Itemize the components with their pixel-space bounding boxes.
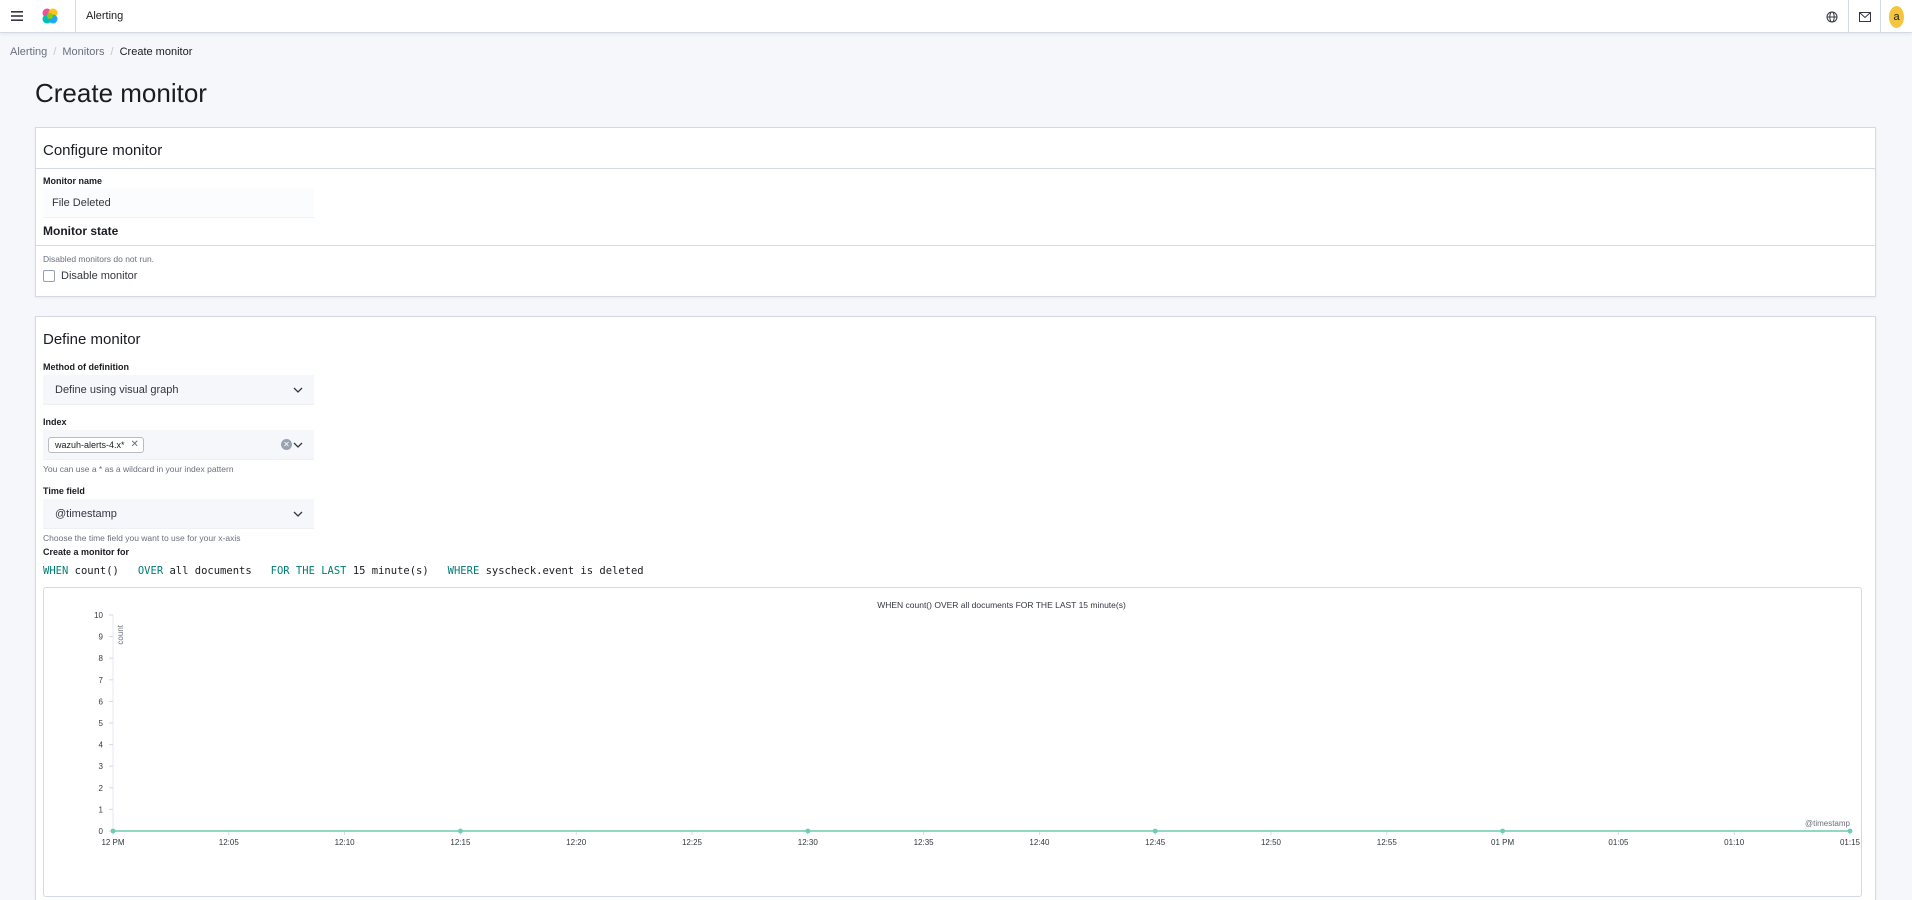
- chevron-down-icon[interactable]: [292, 439, 304, 451]
- data-point: [1152, 828, 1158, 834]
- breadcrumb-alerting[interactable]: Alerting: [10, 46, 47, 58]
- y-tick-label: 0: [99, 827, 104, 836]
- x-tick-label: 12:50: [1261, 838, 1282, 847]
- chart-title: WHEN count() OVER all documents FOR THE …: [877, 600, 1126, 610]
- x-tick-label: 12:05: [219, 838, 240, 847]
- y-tick-label: 4: [99, 741, 104, 750]
- page-title: Create monitor: [35, 78, 207, 108]
- newsfeed-button[interactable]: [1848, 0, 1880, 33]
- clear-icon[interactable]: ✕: [281, 439, 292, 450]
- x-tick-label: 01 PM: [1491, 838, 1514, 847]
- globe-icon: [1826, 11, 1838, 22]
- monitor-name-input[interactable]: File Deleted: [43, 188, 314, 218]
- method-label: Method of definition: [43, 362, 129, 372]
- avatar: a: [1889, 5, 1904, 28]
- data-point: [805, 828, 811, 834]
- data-point: [110, 828, 116, 834]
- x-axis-label: @timestamp: [1805, 819, 1851, 828]
- expr-where-value[interactable]: syscheck.event is deleted: [486, 565, 644, 577]
- monitor-expression: WHEN count() OVER all documents FOR THE …: [43, 565, 644, 577]
- index-label: Index: [43, 417, 67, 427]
- time-field-value: @timestamp: [55, 507, 117, 520]
- monitor-state-title: Monitor state: [43, 224, 119, 238]
- index-combobox[interactable]: wazuh-alerts-4.x* ✕ ✕: [43, 430, 314, 460]
- expr-when-button[interactable]: WHEN: [43, 565, 68, 577]
- expr-for-button[interactable]: FOR THE LAST: [271, 565, 347, 577]
- y-tick-label: 7: [99, 676, 104, 685]
- hamburger-icon: [10, 11, 23, 21]
- method-value: Define using visual graph: [55, 383, 179, 396]
- x-tick-label: 01:15: [1840, 838, 1861, 847]
- expr-for-value[interactable]: 15 minute(s): [353, 565, 429, 577]
- chevron-down-icon: [293, 387, 303, 393]
- top-right-actions: a: [1816, 0, 1912, 33]
- disable-monitor-label[interactable]: Disable monitor: [61, 270, 137, 282]
- index-chip[interactable]: wazuh-alerts-4.x* ✕: [48, 436, 144, 453]
- time-field-label: Time field: [43, 486, 85, 496]
- data-point: [1500, 828, 1505, 834]
- y-tick-label: 3: [99, 762, 104, 771]
- expr-over-value[interactable]: all documents: [169, 565, 251, 577]
- expr-when-value[interactable]: count(): [75, 565, 119, 577]
- x-tick-label: 01:10: [1724, 838, 1745, 847]
- x-tick-label: 12 PM: [101, 838, 124, 847]
- x-tick-label: 12:30: [798, 838, 819, 847]
- menu-button[interactable]: [0, 0, 33, 33]
- app-title: Alerting: [75, 0, 123, 33]
- time-field-help: Choose the time field you want to use fo…: [43, 533, 241, 543]
- divider: [36, 168, 1875, 169]
- expr-over-button[interactable]: OVER: [138, 565, 163, 577]
- breadcrumb-monitors[interactable]: Monitors: [62, 46, 104, 58]
- x-tick-label: 12:45: [1145, 838, 1166, 847]
- breadcrumb-separator: /: [53, 46, 57, 58]
- disable-monitor-row[interactable]: Disable monitor: [43, 270, 137, 282]
- disable-monitor-checkbox[interactable]: [43, 270, 55, 282]
- breadcrumb: Alerting / Monitors / Create monitor: [10, 46, 192, 58]
- y-tick-label: 9: [99, 633, 104, 642]
- data-point: [458, 828, 463, 834]
- index-chip-label: wazuh-alerts-4.x*: [55, 439, 125, 450]
- x-tick-label: 12:55: [1377, 838, 1398, 847]
- x-tick-label: 12:35: [914, 838, 935, 847]
- y-axis-label: count: [116, 624, 125, 644]
- define-monitor-title: Define monitor: [43, 331, 141, 348]
- help-button[interactable]: [1816, 0, 1848, 33]
- x-tick-label: 01:05: [1608, 838, 1629, 847]
- time-field-select[interactable]: @timestamp: [43, 499, 314, 529]
- breadcrumb-separator: /: [110, 46, 114, 58]
- configure-monitor-title: Configure monitor: [43, 142, 163, 159]
- app-logo[interactable]: [33, 0, 67, 33]
- monitor-name-value: File Deleted: [52, 196, 111, 209]
- remove-chip-icon[interactable]: ✕: [131, 439, 139, 450]
- x-tick-label: 12:40: [1029, 838, 1050, 847]
- divider: [36, 245, 1875, 246]
- x-tick-label: 12:15: [450, 838, 471, 847]
- user-menu-button[interactable]: a: [1880, 0, 1912, 33]
- index-help: You can use a * as a wildcard in your in…: [43, 464, 234, 474]
- monitor-name-label: Monitor name: [43, 176, 103, 186]
- mail-icon: [1858, 11, 1871, 22]
- y-tick-label: 6: [99, 697, 104, 706]
- data-point: [1847, 828, 1853, 834]
- create-for-label: Create a monitor for: [43, 547, 130, 557]
- chevron-down-icon: [293, 511, 303, 517]
- y-tick-label: 10: [94, 611, 103, 620]
- x-tick-label: 12:20: [566, 838, 587, 847]
- monitor-state-help: Disabled monitors do not run.: [43, 254, 155, 264]
- method-select[interactable]: Define using visual graph: [43, 375, 314, 405]
- line-chart: WHEN count() OVER all documents FOR THE …: [94, 600, 1861, 847]
- x-tick-label: 12:10: [335, 838, 356, 847]
- x-tick-label: 12:25: [682, 838, 703, 847]
- top-nav-bar: Alerting a: [0, 0, 1912, 33]
- y-tick-label: 1: [99, 805, 104, 814]
- expr-where-button[interactable]: WHERE: [448, 565, 480, 577]
- y-tick-label: 8: [99, 654, 104, 663]
- logo-icon: [42, 8, 58, 24]
- y-tick-label: 5: [99, 719, 104, 728]
- define-monitor-panel: Define monitor Method of definition Defi…: [35, 316, 1876, 900]
- y-tick-label: 2: [99, 784, 104, 793]
- configure-monitor-panel: Configure monitor Monitor name File Dele…: [35, 127, 1876, 297]
- breadcrumb-create-monitor: Create monitor: [119, 46, 193, 58]
- visual-graph: WHEN count() OVER all documents FOR THE …: [43, 587, 1862, 897]
